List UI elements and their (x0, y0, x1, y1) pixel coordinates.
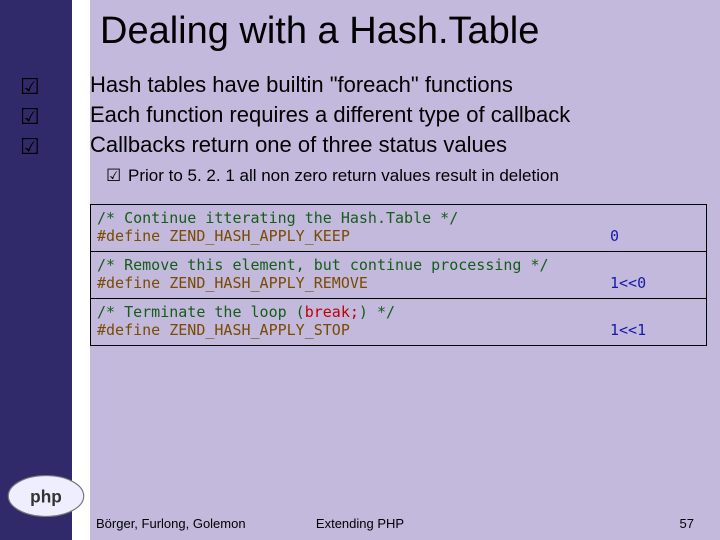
bullet-item: Each function requires a different type … (90, 100, 710, 130)
code-cell: /* Remove this element, but continue pro… (91, 252, 706, 299)
bullet-list: Hash tables have builtin "foreach" funct… (90, 70, 710, 160)
code-value: 0 (610, 227, 700, 245)
sub-bullet-row: ☑Prior to 5. 2. 1 all non zero return va… (106, 164, 710, 188)
check-icon: ☑ (20, 134, 40, 159)
code-comment: /* Remove this element, but continue pro… (97, 256, 549, 274)
check-icon: ☑ (20, 104, 40, 129)
code-comment: /* Continue itterating the Hash.Table */ (97, 209, 458, 227)
code-comment: ) */ (359, 303, 395, 321)
code-define: #define ZEND_HASH_APPLY_REMOVE (97, 274, 368, 292)
bullet-item: Callbacks return one of three status val… (90, 130, 710, 160)
code-value: 1<<1 (610, 321, 700, 339)
php-logo: php (6, 474, 86, 518)
check-icon: ☑ (20, 74, 40, 99)
check-icon: ☑ (106, 164, 128, 188)
code-cell: /* Terminate the loop (break;) */ #defin… (91, 299, 706, 345)
bullet-marks: ☑ ☑ ☑ (20, 72, 40, 162)
slide-title: Dealing with a Hash.Table (100, 10, 720, 53)
svg-text:php: php (30, 486, 62, 506)
sub-bullet-text: Prior to 5. 2. 1 all non zero return val… (128, 166, 559, 185)
code-break-keyword: break; (305, 303, 359, 321)
code-table: /* Continue itterating the Hash.Table */… (90, 204, 707, 346)
code-cell: /* Continue itterating the Hash.Table */… (91, 205, 706, 252)
footer: Börger, Furlong, Golemon Extending PHP 5… (0, 516, 720, 536)
code-define: #define ZEND_HASH_APPLY_KEEP (97, 227, 350, 245)
content-area: ☑ ☑ ☑ Hash tables have builtin "foreach"… (90, 70, 710, 188)
code-value: 1<<0 (610, 274, 700, 292)
page-number: 57 (680, 516, 694, 531)
code-comment: /* Terminate the loop ( (97, 303, 305, 321)
bullet-item: Hash tables have builtin "foreach" funct… (90, 70, 710, 100)
code-define: #define ZEND_HASH_APPLY_STOP (97, 321, 350, 339)
footer-title: Extending PHP (0, 516, 720, 531)
sidebar-white (0, 0, 90, 540)
